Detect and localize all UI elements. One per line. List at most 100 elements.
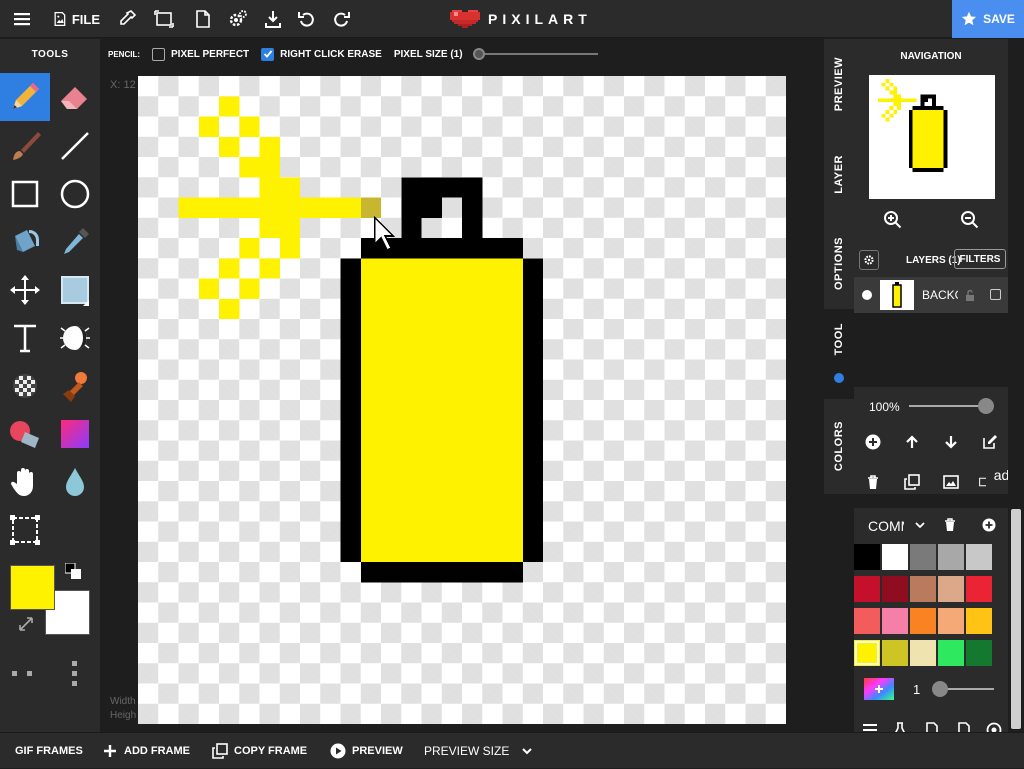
pencil-tool[interactable] [0,73,50,121]
filters-button[interactable]: FILTERS [954,249,1006,269]
shading-sphere-icon [60,326,90,350]
brush-tool[interactable] [0,122,50,170]
right-click-erase-checkbox[interactable] [261,47,275,61]
palette-swatch[interactable] [882,640,908,666]
preview-animation-button[interactable]: PREVIEW [330,733,403,769]
file-menu-button[interactable]: FILE [52,0,100,38]
text-tool[interactable] [0,314,50,362]
circle-tool[interactable] [50,170,100,218]
reset-colors-icon[interactable] [65,563,81,579]
more-tools-icon[interactable] [10,659,85,694]
crop-tool[interactable] [0,506,50,554]
palette-swatch[interactable] [966,576,992,602]
palette-swatch[interactable] [966,544,992,570]
swap-colors-icon[interactable] [18,616,34,632]
move-layer-up-button[interactable] [901,431,923,453]
settings-icon[interactable] [226,0,250,38]
tab-layer[interactable]: LAYER [824,129,854,219]
drop-tool[interactable] [50,458,100,506]
palette-swatch[interactable] [854,640,880,666]
rename-layer-button[interactable] [979,431,1001,453]
new-file-icon[interactable] [193,0,213,38]
stamp-tool[interactable] [50,362,100,410]
menu-icon[interactable] [10,0,34,38]
palette-swatch[interactable] [882,576,908,602]
tab-preview[interactable]: PREVIEW [824,39,854,129]
opacity-track[interactable] [909,405,979,407]
palette-swatch[interactable] [938,640,964,666]
add-layer-button[interactable] [862,431,884,453]
unlock-icon[interactable] [964,289,976,301]
navigation-title: NAVIGATION [900,51,962,62]
plus-circle-icon [865,434,881,450]
layer-settings-button[interactable] [859,250,879,270]
palette-swatch[interactable] [854,576,880,602]
bucket-tool[interactable] [0,218,50,266]
move-tool[interactable] [0,266,50,314]
color-replace-tool[interactable] [0,410,50,458]
palette-swatch[interactable] [966,640,992,666]
layer-visibility-toggle[interactable] [862,290,872,300]
save-button[interactable]: SAVE [952,0,1024,38]
palette-swatch[interactable] [938,608,964,634]
palette-swatch[interactable] [910,640,936,666]
pixel-perfect-checkbox[interactable] [152,47,165,61]
resize-icon[interactable] [152,0,176,38]
zoom-out-icon[interactable] [959,209,981,231]
palette-swatch[interactable] [938,544,964,570]
move-arrows-icon [10,275,40,305]
palette-swatch[interactable] [910,544,936,570]
canvas-dimensions: Width Heigh [110,695,136,723]
palette-swatch[interactable] [966,608,992,634]
palette-swatch[interactable] [910,608,936,634]
pan-tool[interactable] [0,458,50,506]
right-scrollbar[interactable] [1008,39,1024,732]
chevron-down-icon[interactable] [914,520,926,530]
shading-tool[interactable] [50,314,100,362]
tab-colors[interactable]: COLORS [824,399,854,494]
delete-palette-icon[interactable] [944,518,956,531]
redo-icon[interactable] [330,0,352,38]
palette-swatch[interactable] [938,576,964,602]
circle-icon [60,179,90,209]
brush-size-knob[interactable] [932,681,948,697]
move-layer-down-button[interactable] [940,431,962,453]
selection-tool[interactable] [50,266,100,314]
palette-swatch[interactable] [910,576,936,602]
pixel-size-knob[interactable] [472,48,485,60]
navigation-preview[interactable] [869,75,995,199]
add-palette-color-icon[interactable] [982,518,996,532]
copy-frame-button[interactable]: COPY FRAME [212,733,307,769]
color-picker-icon[interactable] [864,678,894,700]
eyedropper-icon[interactable] [116,0,138,38]
palette-swatch[interactable] [882,608,908,634]
layer-row[interactable]: BACKGROUND [854,277,1008,313]
rectangle-tool[interactable] [0,170,50,218]
eraser-tool[interactable] [50,73,100,121]
opacity-knob[interactable] [978,398,994,414]
tab-options[interactable]: OPTIONS [824,219,854,309]
dither-tool[interactable] [0,362,50,410]
eyedropper-icon [64,228,89,254]
pixel-canvas[interactable] [138,76,786,724]
layer-select-checkbox[interactable] [990,289,1001,300]
palette-swatch[interactable] [854,544,880,570]
duplicate-layer-button[interactable] [901,471,923,493]
right-scrollbar-thumb[interactable] [1011,509,1021,729]
line-tool[interactable] [50,122,100,170]
gradient-tool[interactable] [50,410,100,458]
undo-icon[interactable] [296,0,318,38]
eyedropper-tool[interactable] [50,218,100,266]
pixel-size-slider[interactable] [472,48,598,60]
gif-frames-button[interactable]: GIF FRAMES [15,733,83,769]
palette-swatch[interactable] [854,608,880,634]
water-drop-icon [66,468,84,496]
primary-color-swatch[interactable] [10,565,55,610]
merge-layer-button[interactable] [940,471,962,493]
palette-swatch[interactable] [882,544,908,570]
zoom-in-icon[interactable] [882,209,904,231]
delete-layer-button[interactable] [862,471,884,493]
download-icon[interactable] [262,0,284,38]
add-frame-button[interactable]: ADD FRAME [102,733,190,769]
preview-size-dropdown[interactable]: PREVIEW SIZE [424,733,535,769]
